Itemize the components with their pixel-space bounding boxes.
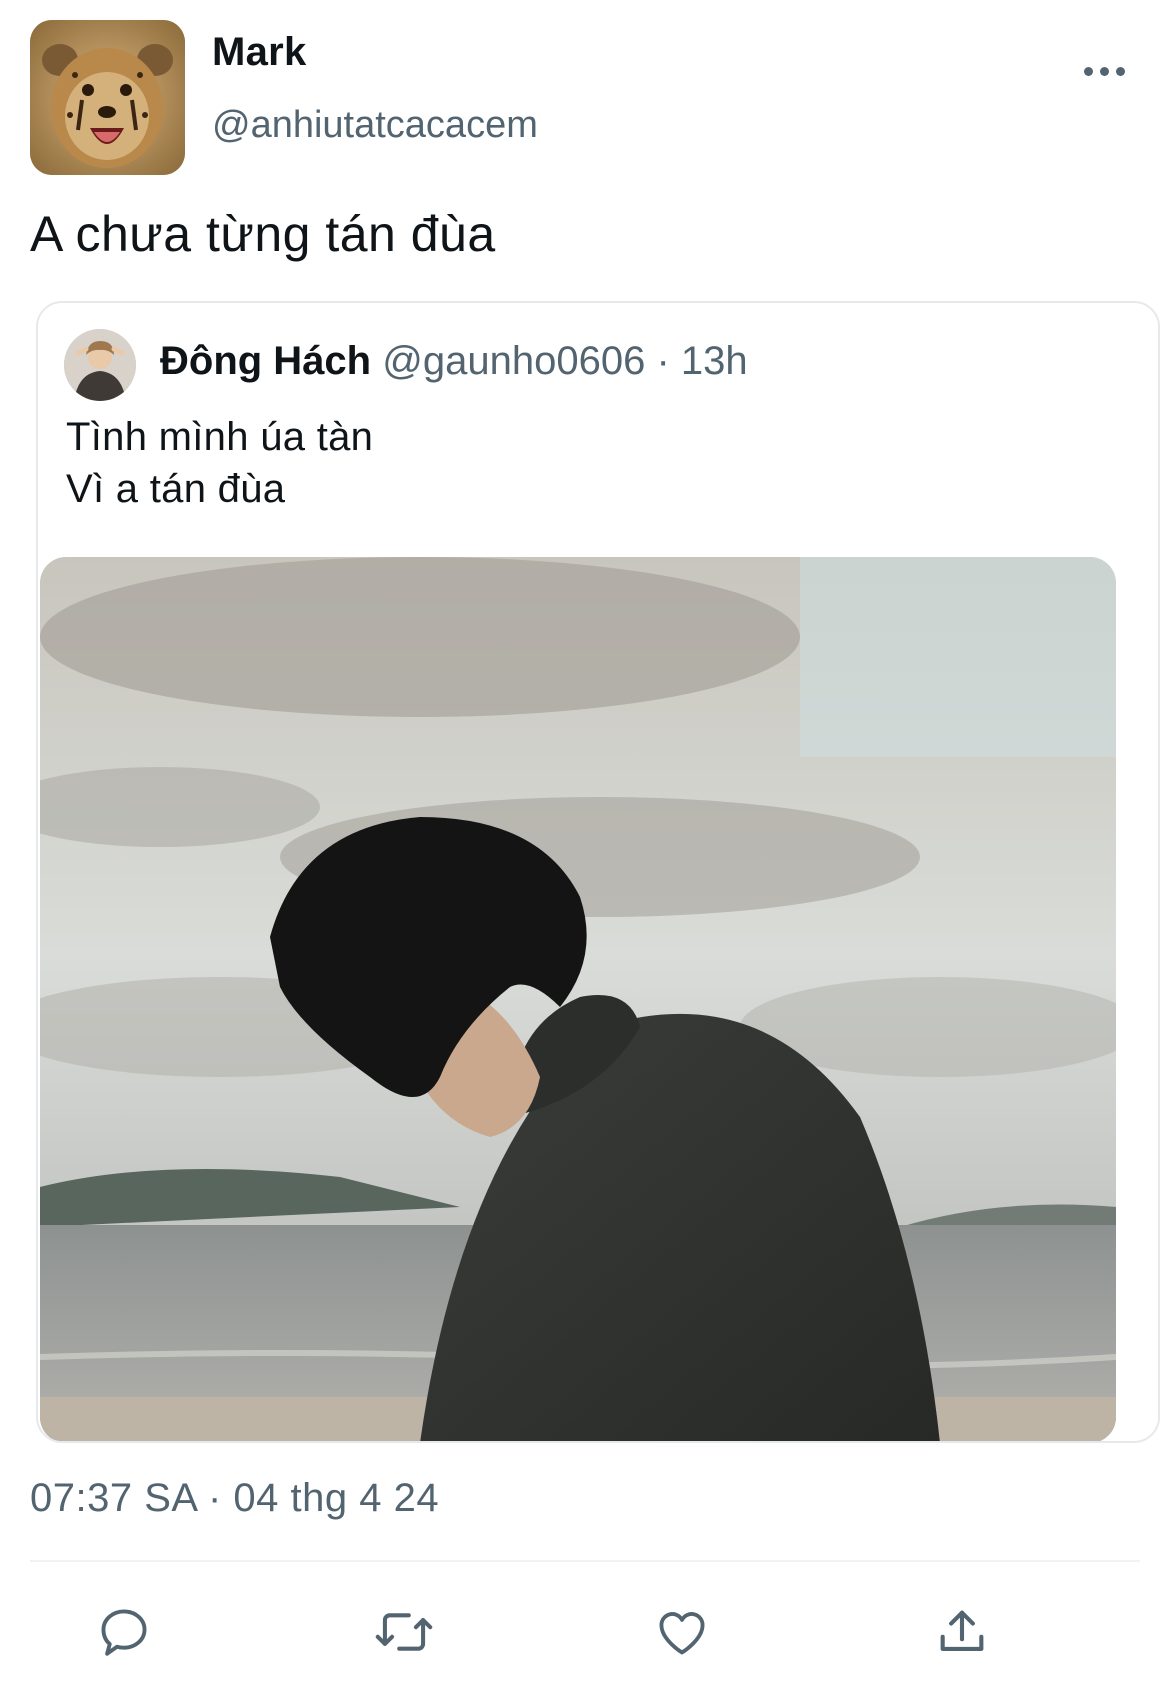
like-button[interactable] <box>646 1596 718 1668</box>
quoted-author-handle[interactable]: @gaunho0606 <box>382 339 645 383</box>
author-avatar[interactable] <box>30 20 185 175</box>
author-handle[interactable]: @anhiutatcacacem <box>212 104 538 147</box>
quoted-tweet-header: Đông Hách @gaunho0606 · 13h <box>160 339 748 384</box>
quoted-tweet-line: Vì a tán đùa <box>66 467 286 511</box>
quoted-tweet-time: 13h <box>680 339 748 383</box>
like-icon <box>659 1612 705 1655</box>
retweet-icon <box>375 1613 433 1651</box>
quoted-author-name[interactable]: Đông Hách <box>160 339 371 383</box>
quoted-tweet-card[interactable]: Đông Hách @gaunho0606 · 13h Tình mình úa… <box>36 301 1160 1443</box>
tweet-timestamp[interactable]: 07:37 SA · 04 thg 4 24 <box>30 1476 439 1521</box>
quoted-author-avatar[interactable] <box>64 329 136 401</box>
beach-portrait-photo-icon <box>40 557 1116 1441</box>
header-separator: · <box>645 339 681 383</box>
reply-icon <box>101 1609 147 1656</box>
author-name[interactable]: Mark <box>212 30 307 75</box>
quoted-tweet-photo[interactable] <box>40 557 1116 1441</box>
cheetah-cub-avatar-icon <box>30 20 185 175</box>
share-button[interactable] <box>926 1596 998 1668</box>
tweet-text: A chưa từng tán đùa <box>30 206 496 262</box>
quoted-tweet-line: Tình mình úa tàn <box>66 415 374 459</box>
person-avatar-icon <box>64 329 136 401</box>
reply-button[interactable] <box>88 1596 160 1668</box>
more-options-icon[interactable] <box>1080 56 1128 86</box>
share-icon <box>940 1610 984 1651</box>
divider <box>30 1560 1140 1562</box>
retweet-button[interactable] <box>368 1596 440 1668</box>
